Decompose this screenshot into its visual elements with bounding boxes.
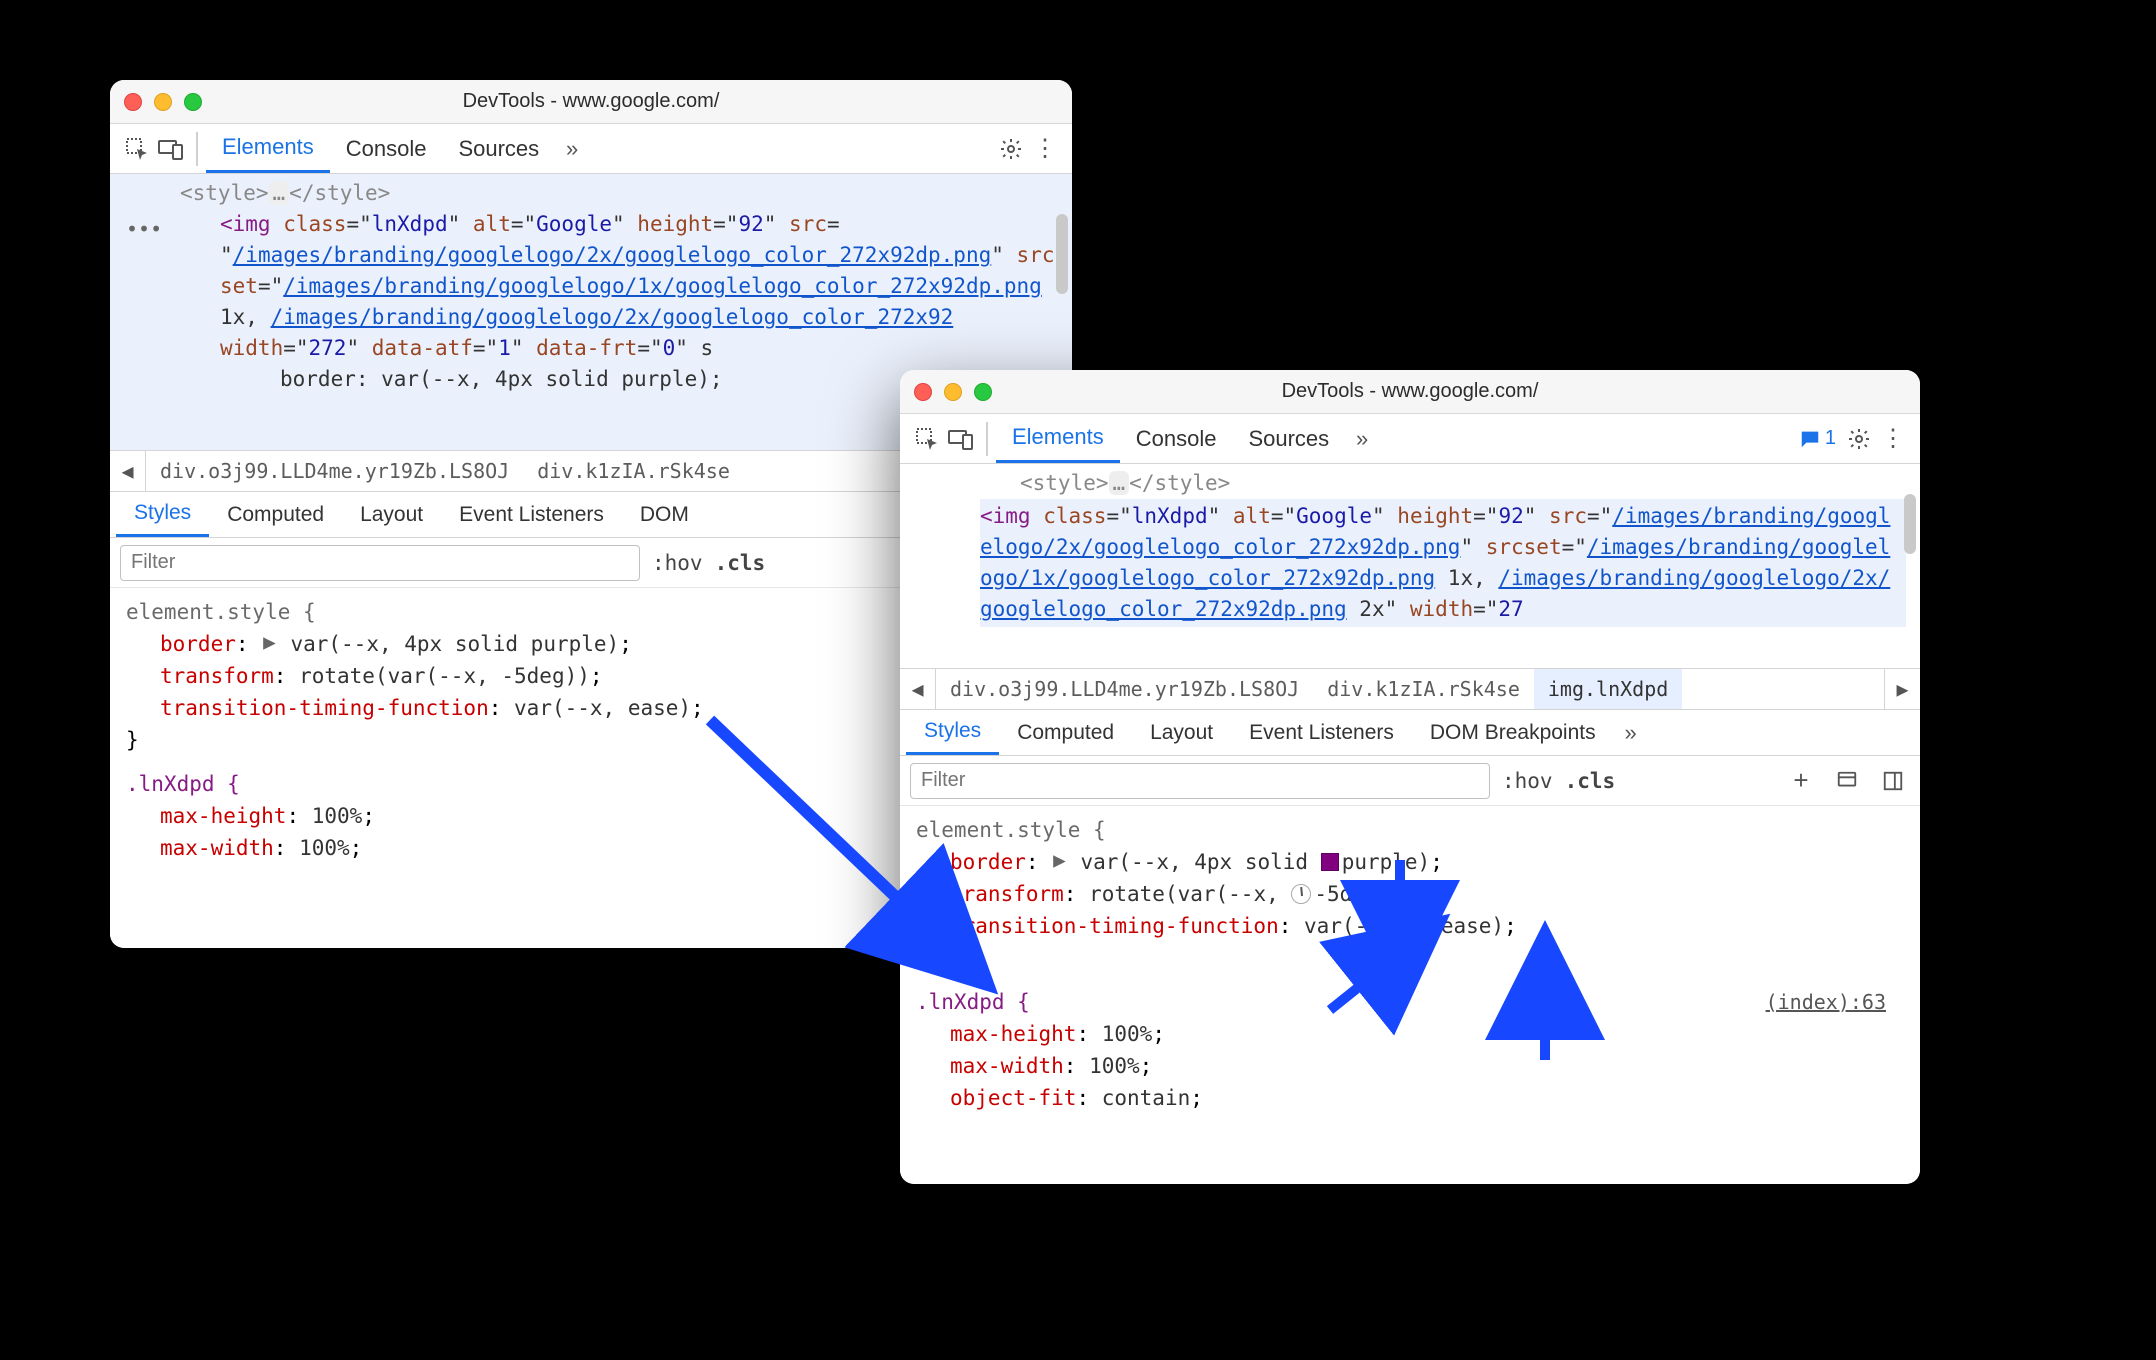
titlebar: DevTools - www.google.com/ (900, 370, 1920, 414)
subtab-dom[interactable]: DOM Breakpoints (1412, 710, 1614, 755)
subtab-layout[interactable]: Layout (342, 492, 441, 537)
scrollbar-thumb[interactable] (1056, 214, 1068, 294)
settings-icon[interactable] (1842, 422, 1876, 456)
scrollbar-thumb[interactable] (1904, 494, 1916, 554)
subtab-events[interactable]: Event Listeners (1231, 710, 1412, 755)
link-srcset2[interactable]: /images/branding/googlelogo/2x/googlelog… (271, 305, 954, 329)
inspect-icon[interactable] (120, 132, 154, 166)
dom-tree[interactable]: <style>…</style> <img class="lnXdpd" alt… (900, 464, 1920, 668)
crumb-a[interactable]: div.o3j99.LLD4me.yr19Zb.LS8OJ (936, 669, 1313, 709)
crumb-b[interactable]: div.k1zIA.rSk4se (1313, 669, 1534, 709)
kebab-icon[interactable]: ⋮ (1028, 132, 1062, 166)
more-tabs-icon[interactable]: » (1345, 422, 1379, 456)
device-toggle-icon[interactable] (944, 422, 978, 456)
window-title: DevTools - www.google.com/ (900, 380, 1920, 403)
link-src[interactable]: /images/branding/googlelogo/2x/googlelog… (233, 243, 992, 267)
settings-icon[interactable] (994, 132, 1028, 166)
main-tabs: Elements Console Sources » 1 ⋮ (900, 414, 1920, 464)
crumb-left-icon[interactable]: ◀ (900, 669, 936, 709)
inspect-icon[interactable] (910, 422, 944, 456)
hov-toggle[interactable]: :hov (652, 551, 703, 575)
crumb-c[interactable]: img.lnXdpd (1534, 669, 1682, 709)
tab-sources[interactable]: Sources (442, 124, 555, 173)
window-title: DevTools - www.google.com/ (110, 90, 1072, 113)
tab-console[interactable]: Console (1120, 414, 1233, 463)
subtab-dom[interactable]: DOM (622, 492, 707, 537)
more-tabs-icon[interactable]: » (555, 132, 589, 166)
tab-sources[interactable]: Sources (1232, 414, 1345, 463)
cls-toggle[interactable]: .cls (1565, 769, 1616, 793)
tab-console[interactable]: Console (330, 124, 443, 173)
tab-elements[interactable]: Elements (206, 124, 330, 173)
subtab-computed[interactable]: Computed (999, 710, 1132, 755)
collapsed-ellipsis-icon[interactable]: ••• (126, 214, 162, 245)
crumb-left-icon[interactable]: ◀ (110, 451, 146, 491)
messages-badge[interactable]: 1 (1793, 427, 1842, 450)
cls-toggle[interactable]: .cls (715, 551, 766, 575)
crumb-b[interactable]: div.k1zIA.rSk4se (523, 451, 744, 491)
computed-panel-icon[interactable] (1876, 764, 1910, 798)
styles-pane[interactable]: element.style { border: ▶ var(--x, 4px s… (900, 806, 1920, 1184)
filter-input[interactable] (120, 545, 640, 581)
titlebar: DevTools - www.google.com/ (110, 80, 1072, 124)
crumb-a[interactable]: div.o3j99.LLD4me.yr19Zb.LS8OJ (146, 451, 523, 491)
more-subtabs-icon[interactable]: » (1614, 716, 1648, 750)
source-link[interactable]: (index):63 (1766, 986, 1886, 1018)
subtab-styles[interactable]: Styles (116, 492, 209, 537)
color-swatch-icon[interactable] (1321, 853, 1339, 871)
link-srcset1[interactable]: /images/branding/googlelogo/1x/googlelog… (283, 274, 1042, 298)
subtab-layout[interactable]: Layout (1132, 710, 1231, 755)
main-tabs: Elements Console Sources » ⋮ (110, 124, 1072, 174)
easing-swatch-icon[interactable] (1418, 916, 1438, 936)
devtools-window-right: DevTools - www.google.com/ Elements Cons… (900, 370, 1920, 1184)
hov-toggle[interactable]: :hov (1502, 769, 1553, 793)
selector-lnxdpd: .lnXdpd { (916, 990, 1030, 1014)
subtab-styles[interactable]: Styles (906, 710, 999, 755)
device-mode-icon[interactable] (1830, 764, 1864, 798)
filter-input[interactable] (910, 763, 1490, 799)
new-rule-icon[interactable]: + (1784, 764, 1818, 798)
angle-swatch-icon[interactable] (1291, 884, 1311, 904)
device-toggle-icon[interactable] (154, 132, 188, 166)
styles-subtabs: Styles Computed Layout Event Listeners D… (900, 710, 1920, 756)
subtab-computed[interactable]: Computed (209, 492, 342, 537)
crumb-right-icon[interactable]: ▶ (1884, 669, 1920, 709)
selector-element-style: element.style { (916, 814, 1904, 846)
subtab-events[interactable]: Event Listeners (441, 492, 622, 537)
inline-style-preview: border: var(--x, 4px solid purple); (220, 367, 723, 391)
breadcrumb: ◀ div.o3j99.LLD4me.yr19Zb.LS8OJ div.k1zI… (900, 668, 1920, 710)
filter-row: :hov .cls + (900, 756, 1920, 806)
tab-elements[interactable]: Elements (996, 414, 1120, 463)
kebab-icon[interactable]: ⋮ (1876, 422, 1910, 456)
